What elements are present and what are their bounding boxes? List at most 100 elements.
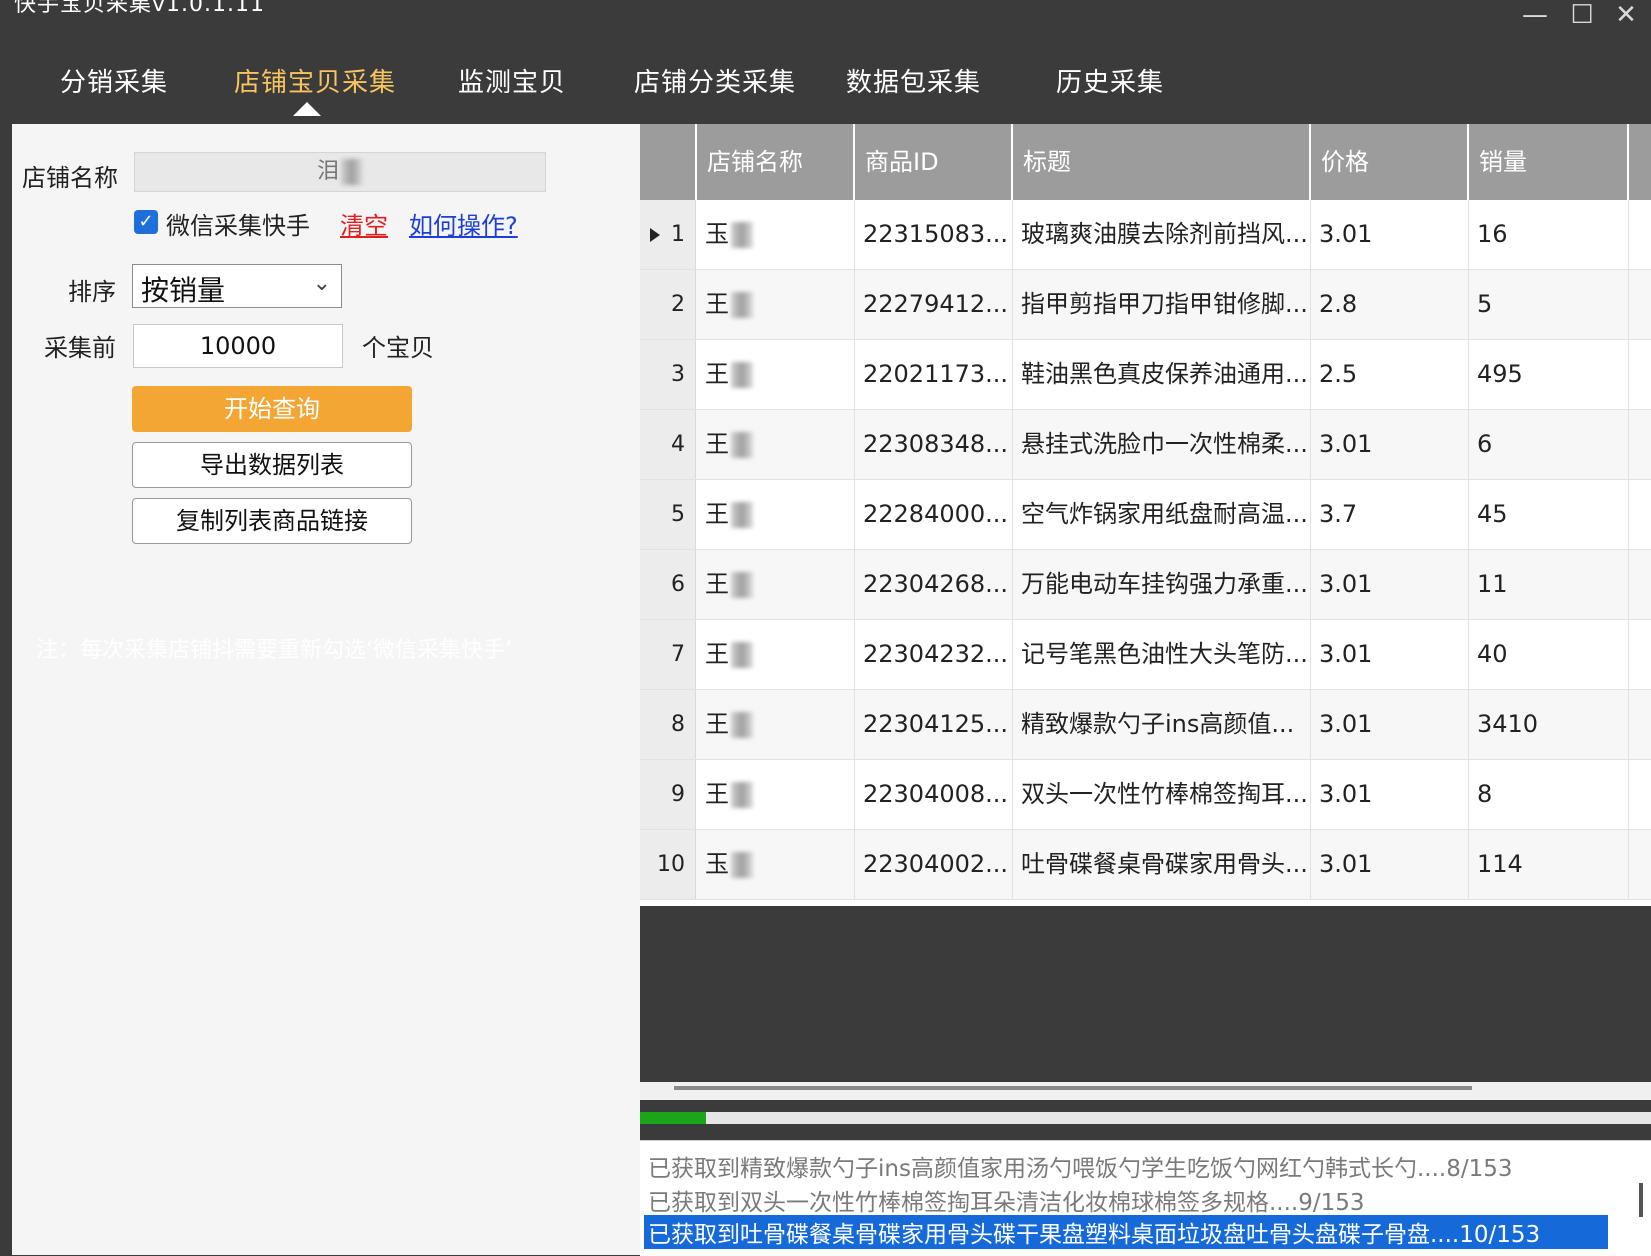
cell-price[interactable]: 3.01 (1311, 690, 1469, 759)
cell-sales[interactable]: 5 (1469, 270, 1629, 339)
cell-sales[interactable]: 495 (1469, 340, 1629, 409)
cell-overflow[interactable] (1629, 830, 1651, 899)
table-row[interactable]: 9 王 22304008... 双头一次性竹棒棉签掏耳... 3.01 8 (640, 760, 1651, 830)
column-header-shop[interactable]: 店铺名称 (697, 124, 855, 200)
column-header-price[interactable]: 价格 (1311, 124, 1469, 200)
cell-item-id[interactable]: 22279412... (855, 270, 1013, 339)
cell-shop-name[interactable]: 王 (697, 340, 855, 409)
minimize-icon[interactable]: — (1515, 0, 1555, 30)
cell-shop-name[interactable]: 王 (697, 690, 855, 759)
cell-price[interactable]: 2.8 (1311, 270, 1469, 339)
cell-title[interactable]: 万能电动车挂钩强力承重... (1013, 550, 1311, 619)
cell-price[interactable]: 3.01 (1311, 550, 1469, 619)
cell-price[interactable]: 3.01 (1311, 200, 1469, 269)
cell-sales[interactable]: 114 (1469, 830, 1629, 899)
cell-shop-name[interactable]: 王 (697, 760, 855, 829)
cell-overflow[interactable] (1629, 620, 1651, 689)
cell-shop-name[interactable]: 玉 (697, 830, 855, 899)
row-header[interactable]: 8 (640, 690, 696, 759)
log-scrollbar-thumb[interactable] (1639, 1183, 1643, 1217)
cell-sales[interactable]: 40 (1469, 620, 1629, 689)
tab-monitor-items[interactable]: 监测宝贝 (458, 62, 566, 99)
cell-item-id[interactable]: 22308348... (855, 410, 1013, 479)
row-header[interactable]: 10 (640, 830, 696, 899)
cell-item-id[interactable]: 22304232... (855, 620, 1013, 689)
cell-shop-name[interactable]: 王 (697, 620, 855, 689)
table-row[interactable]: 5 王 22284000... 空气炸锅家用纸盘耐高温... 3.7 45 (640, 480, 1651, 550)
tab-data-package-collect[interactable]: 数据包采集 (846, 62, 981, 99)
column-header-sales[interactable]: 销量 (1469, 124, 1629, 200)
export-data-button[interactable]: 导出数据列表 (132, 442, 412, 488)
copy-links-button[interactable]: 复制列表商品链接 (132, 498, 412, 544)
column-header-item-id[interactable]: 商品ID (855, 124, 1013, 200)
table-row[interactable]: 4 王 22308348... 悬挂式洗脸巾一次性棉柔... 3.01 6 (640, 410, 1651, 480)
cell-sales[interactable]: 3410 (1469, 690, 1629, 759)
cell-title[interactable]: 玻璃爽油膜去除剂前挡风... (1013, 200, 1311, 269)
collect-limit-input[interactable]: 10000 (133, 324, 343, 368)
column-header-title[interactable]: 标题 (1013, 124, 1311, 200)
cell-title[interactable]: 记号笔黑色油性大头笔防... (1013, 620, 1311, 689)
row-header[interactable]: 6 (640, 550, 696, 619)
shop-name-input[interactable]: 泪 (134, 152, 546, 192)
sort-select[interactable]: 按销量 ⌄ (132, 264, 342, 308)
cell-overflow[interactable] (1629, 760, 1651, 829)
table-row[interactable]: 1 玉 22315083... 玻璃爽油膜去除剂前挡风... 3.01 16 (640, 200, 1651, 270)
cell-title[interactable]: 悬挂式洗脸巾一次性棉柔... (1013, 410, 1311, 479)
row-header[interactable]: 3 (640, 340, 696, 409)
cell-title[interactable]: 吐骨碟餐桌骨碟家用骨头... (1013, 830, 1311, 899)
cell-title[interactable]: 空气炸锅家用纸盘耐高温... (1013, 480, 1311, 549)
cell-item-id[interactable]: 22304002... (855, 830, 1013, 899)
row-header[interactable]: 4 (640, 410, 696, 479)
table-row[interactable]: 7 王 22304232... 记号笔黑色油性大头笔防... 3.01 40 (640, 620, 1651, 690)
cell-sales[interactable]: 8 (1469, 760, 1629, 829)
scrollbar-thumb[interactable] (674, 1086, 1472, 1090)
cell-title[interactable]: 指甲剪指甲刀指甲钳修脚... (1013, 270, 1311, 339)
table-horizontal-scrollbar[interactable] (640, 1082, 1651, 1100)
wechat-collect-label[interactable]: 微信采集快手 (166, 206, 310, 241)
cell-sales[interactable]: 16 (1469, 200, 1629, 269)
cell-sales[interactable]: 6 (1469, 410, 1629, 479)
cell-price[interactable]: 3.01 (1311, 410, 1469, 479)
cell-title[interactable]: 鞋油黑色真皮保养油通用... (1013, 340, 1311, 409)
cell-price[interactable]: 2.5 (1311, 340, 1469, 409)
cell-item-id[interactable]: 22315083... (855, 200, 1013, 269)
cell-overflow[interactable] (1629, 340, 1651, 409)
cell-overflow[interactable] (1629, 200, 1651, 269)
cell-shop-name[interactable]: 王 (697, 480, 855, 549)
tab-shop-category-collect[interactable]: 店铺分类采集 (634, 62, 796, 99)
row-header[interactable]: 9 (640, 760, 696, 829)
maximize-icon[interactable]: ☐ (1562, 0, 1602, 30)
cell-price[interactable]: 3.01 (1311, 620, 1469, 689)
cell-price[interactable]: 3.01 (1311, 830, 1469, 899)
cell-sales[interactable]: 45 (1469, 480, 1629, 549)
clear-link[interactable]: 清空 (340, 206, 388, 241)
table-row[interactable]: 10 玉 22304002... 吐骨碟餐桌骨碟家用骨头... 3.01 114 (640, 830, 1651, 900)
cell-shop-name[interactable]: 王 (697, 270, 855, 339)
log-line[interactable]: 已获取到双头一次性竹棒棉签掏耳朵清洁化妆棉球棉签多规格....9/153 (648, 1183, 1365, 1217)
table-row[interactable]: 2 王 22279412... 指甲剪指甲刀指甲钳修脚... 2.8 5 (640, 270, 1651, 340)
row-header[interactable]: 5 (640, 480, 696, 549)
cell-overflow[interactable] (1629, 270, 1651, 339)
cell-item-id[interactable]: 22304268... (855, 550, 1013, 619)
cell-overflow[interactable] (1629, 690, 1651, 759)
row-header[interactable]: 7 (640, 620, 696, 689)
cell-overflow[interactable] (1629, 410, 1651, 479)
log-line-selected[interactable]: 已获取到吐骨碟餐桌骨碟家用骨头碟干果盘塑料桌面垃圾盘吐骨头盘碟子骨盘....10… (644, 1215, 1608, 1249)
cell-shop-name[interactable]: 王 (697, 410, 855, 479)
tab-distribution-collect[interactable]: 分销采集 (60, 62, 168, 99)
cell-overflow[interactable] (1629, 550, 1651, 619)
collect-log-list[interactable]: 已获取到精致爆款勺子ins高颜值家用汤勺喂饭勺学生吃饭勺网红勺韩式长勺....8… (640, 1140, 1651, 1256)
start-query-button[interactable]: 开始查询 (132, 386, 412, 432)
help-link[interactable]: 如何操作? (409, 206, 518, 241)
tab-shop-items-collect[interactable]: 店铺宝贝采集 (234, 62, 396, 99)
row-header[interactable]: 1 (640, 200, 696, 269)
cell-price[interactable]: 3.01 (1311, 760, 1469, 829)
wechat-collect-checkbox[interactable]: ✓ (134, 210, 158, 234)
row-header[interactable]: 2 (640, 270, 696, 339)
table-row[interactable]: 8 王 22304125... 精致爆款勺子ins高颜值... 3.01 3410 (640, 690, 1651, 760)
cell-item-id[interactable]: 22304125... (855, 690, 1013, 759)
cell-item-id[interactable]: 22021173... (855, 340, 1013, 409)
cell-shop-name[interactable]: 王 (697, 550, 855, 619)
close-icon[interactable]: ✕ (1606, 0, 1646, 30)
cell-sales[interactable]: 11 (1469, 550, 1629, 619)
